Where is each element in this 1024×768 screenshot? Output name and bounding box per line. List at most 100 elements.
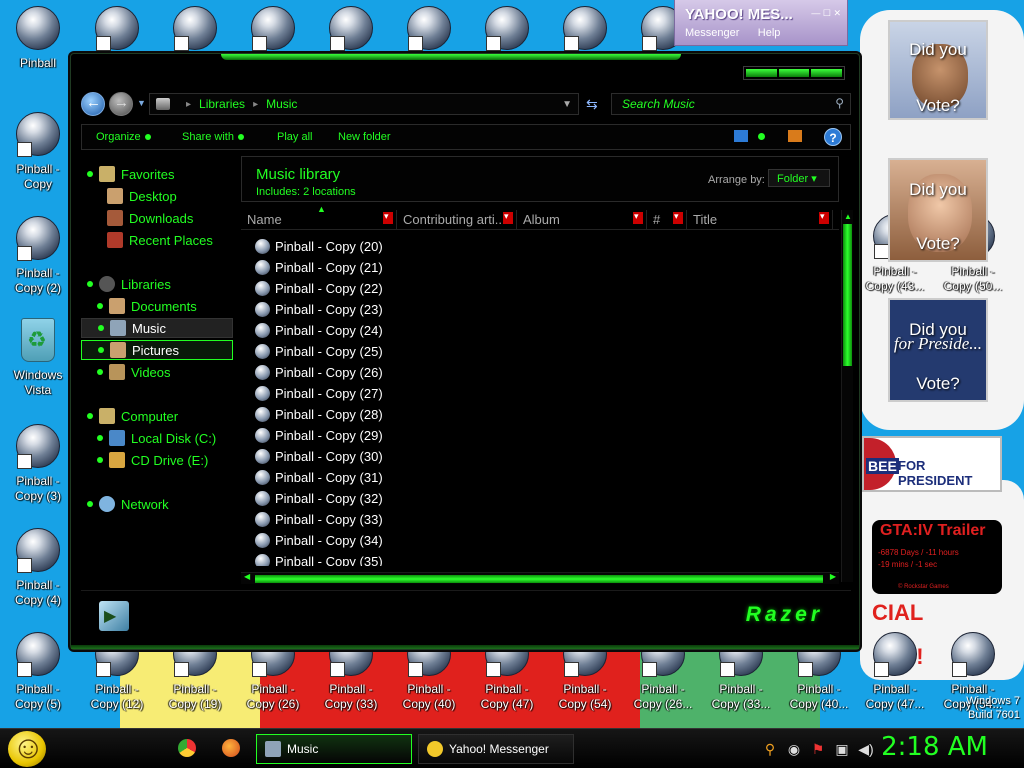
vote-poster[interactable]: Did you for Preside... Vote? [888, 298, 988, 402]
column-filter-icon[interactable] [673, 211, 683, 224]
breadcrumb-libraries[interactable]: Libraries [199, 97, 245, 111]
preview-pane-icon[interactable] [788, 130, 802, 142]
file-row[interactable]: Pinball - Copy (32) [255, 488, 815, 509]
file-row[interactable]: Pinball - Copy (21) [255, 257, 815, 278]
nav-videos[interactable]: Videos [97, 362, 237, 382]
organize-button[interactable]: Organize [96, 131, 151, 143]
desktop-icon-windows-vista[interactable]: Windows Vista [1, 318, 75, 398]
column-contributing-artists[interactable]: Contributing arti... [397, 210, 517, 230]
mccain-poster[interactable]: Did you Vote? [888, 158, 988, 262]
file-row[interactable]: Pinball - Copy (31) [255, 467, 815, 488]
scroll-left-icon[interactable]: ◀ [244, 572, 250, 581]
address-dropdown-icon[interactable]: ▼ [562, 99, 572, 110]
file-row[interactable]: Pinball - Copy (34) [255, 530, 815, 551]
volume-icon[interactable]: ◀) [858, 741, 874, 757]
chrome-icon[interactable] [178, 739, 196, 757]
action-center-icon[interactable]: ⚑ [810, 741, 826, 757]
help-icon[interactable]: ? [824, 128, 842, 146]
desktop-icon-pinball[interactable]: Pinball - Copy (5) [1, 632, 75, 712]
file-row[interactable]: Pinball - Copy (27) [255, 383, 815, 404]
address-bar[interactable]: ▸ Libraries ▸ Music ▼ [149, 93, 579, 115]
column-filter-icon[interactable] [503, 211, 513, 224]
start-button[interactable] [8, 729, 46, 767]
file-row[interactable]: Pinball - Copy (28) [255, 404, 815, 425]
scroll-right-icon[interactable]: ▶ [830, 572, 836, 581]
desktop-icon-pinball[interactable] [158, 6, 232, 51]
clock[interactable]: 2:18 AM [881, 732, 988, 762]
nav-network[interactable]: Network [87, 494, 243, 514]
yahoo-window-controls[interactable]: — ☐ ✕ [811, 8, 841, 19]
vertical-scrollbar[interactable]: ▲ [841, 210, 853, 582]
scroll-up-icon[interactable]: ▲ [844, 212, 852, 221]
firefox-icon[interactable] [222, 739, 240, 757]
column-album[interactable]: Album [517, 210, 647, 230]
file-row[interactable]: Pinball - Copy (29) [255, 425, 815, 446]
desktop-icon-pinball[interactable]: Pinball - Copy [1, 112, 75, 192]
file-row[interactable]: Pinball - Copy (24) [255, 320, 815, 341]
nav-music[interactable]: Music [81, 318, 233, 338]
recent-pages-dropdown[interactable]: ▼ [137, 98, 146, 108]
desktop-icon-pinball[interactable]: Pinball - Copy (3) [1, 424, 75, 504]
column-number[interactable]: # [647, 210, 687, 230]
column-name[interactable]: Name [241, 210, 397, 230]
vertical-scroll-thumb[interactable] [843, 224, 852, 366]
change-view-icon[interactable] [734, 130, 748, 142]
desktop-icon-pinball[interactable] [548, 6, 622, 51]
desktop-icon-pinball[interactable]: Pinball - Copy (2) [1, 216, 75, 296]
column-filter-icon[interactable] [633, 211, 643, 224]
nav-libraries[interactable]: Libraries [87, 274, 243, 294]
minimize-button[interactable] [746, 69, 777, 77]
breadcrumb-separator-icon[interactable]: ▸ [253, 99, 258, 110]
column-filter-icon[interactable] [383, 211, 393, 224]
forward-button[interactable] [109, 92, 133, 116]
gta-countdown-gadget[interactable]: GTA:IV Trailer -6878 Days / -11 hours -1… [872, 520, 1002, 594]
yahoo-menu-help[interactable]: Help [758, 27, 781, 39]
search-input[interactable]: Search Music ⚲ [611, 93, 851, 115]
desktop-icon-pinball[interactable] [470, 6, 544, 51]
nav-documents[interactable]: Documents [97, 296, 237, 316]
file-row[interactable]: Pinball - Copy (26) [255, 362, 815, 383]
yahoo-messenger-window[interactable]: YAHOO! MES... — ☐ ✕ Messenger Help [674, 0, 848, 46]
obama-poster[interactable]: Did you Vote? [888, 20, 988, 120]
column-filter-icon[interactable] [819, 211, 829, 224]
column-title[interactable]: Title [687, 210, 833, 230]
file-row[interactable]: Pinball - Copy (22) [255, 278, 815, 299]
file-row[interactable]: Pinball - Copy (30) [255, 446, 815, 467]
nav-local-disk[interactable]: Local Disk (C:) [97, 428, 237, 448]
file-row[interactable]: Pinball - Copy (35) [255, 551, 815, 566]
file-row[interactable]: Pinball - Copy (20) [255, 236, 815, 257]
horizontal-scroll-thumb[interactable] [255, 575, 823, 583]
task-yahoo-messenger[interactable]: Yahoo! Messenger [418, 734, 574, 764]
breadcrumb-separator-icon[interactable]: ▸ [186, 99, 191, 110]
play-all-button[interactable]: Play all [277, 131, 312, 143]
desktop-icon-pinball[interactable] [80, 6, 154, 51]
view-dropdown-dot-icon[interactable] [758, 133, 765, 140]
bee-for-president-banner[interactable]: BEE FOR PRESIDENT [862, 436, 1002, 492]
desktop-icon-pinball[interactable] [314, 6, 388, 51]
nav-favorites[interactable]: Favorites [87, 164, 243, 184]
nav-computer[interactable]: Computer [87, 406, 243, 426]
file-row[interactable]: Pinball - Copy (33) [255, 509, 815, 530]
messenger-tray-icon[interactable]: ◉ [786, 741, 802, 757]
share-with-button[interactable]: Share with [182, 131, 244, 143]
nav-cd-drive[interactable]: CD Drive (E:) [97, 450, 237, 470]
search-icon[interactable]: ⚲ [835, 96, 844, 110]
breadcrumb-music[interactable]: Music [266, 97, 297, 111]
search-tray-icon[interactable]: ⚲ [762, 741, 778, 757]
maximize-button[interactable] [778, 69, 810, 77]
file-row[interactable]: Pinball - Copy (23) [255, 299, 815, 320]
refresh-icon[interactable]: ⇆ [586, 96, 598, 113]
desktop-icon-pinball[interactable]: Pinball [1, 6, 75, 71]
new-folder-button[interactable]: New folder [338, 131, 391, 143]
locations-link[interactable]: 2 locations [303, 186, 356, 198]
desktop-icon-pinball[interactable] [392, 6, 466, 51]
close-button[interactable] [811, 69, 843, 77]
desktop-icon-pinball[interactable] [236, 6, 310, 51]
horizontal-scrollbar[interactable]: ◀ ▶ [241, 572, 839, 584]
back-button[interactable] [81, 92, 105, 116]
task-music[interactable]: Music [256, 734, 412, 764]
network-tray-icon[interactable]: ▣ [834, 741, 850, 757]
desktop-icon-pinball[interactable]: Pinball - Copy (47... [858, 632, 932, 712]
arrange-by-dropdown[interactable]: Folder [768, 169, 830, 187]
desktop-icon-pinball[interactable]: Pinball - Copy (4) [1, 528, 75, 608]
